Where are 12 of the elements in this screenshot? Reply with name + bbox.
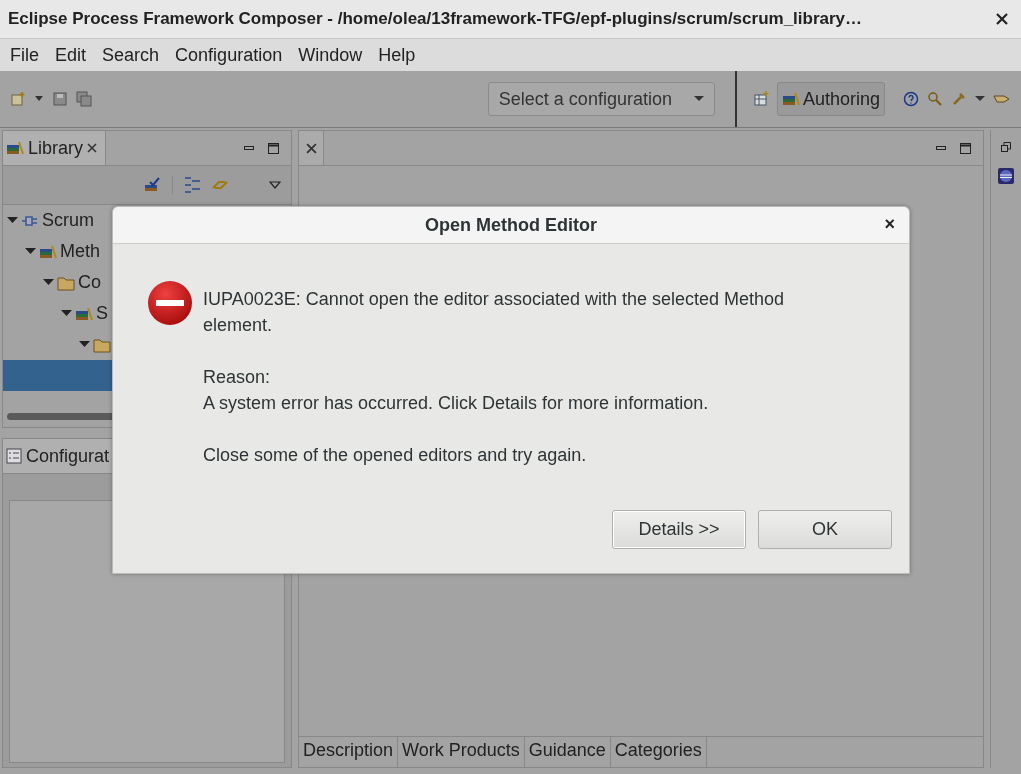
- tree-item-label: Scrum: [42, 210, 94, 231]
- reason-label: Reason:: [203, 366, 272, 389]
- hint-text: Close some of the opened editors and try again.: [203, 444, 588, 467]
- reason-text: A system error has occurred. Click Details for more information.: [203, 392, 710, 415]
- dialog-title: Open Method Editor: [425, 214, 597, 236]
- window-title: Eclipse Process Framework Composer - /home/olea/13framework-TFG/epf-plugins/scrum/scrum_library…: [8, 9, 864, 29]
- tree-item-label: Meth: [60, 241, 101, 262]
- tab-label: Library: [28, 137, 84, 159]
- tree-item-label: Co: [78, 272, 101, 293]
- tab-label: Configurat: [26, 445, 110, 467]
- tree-item-label: S: [96, 303, 108, 324]
- error-message: IUPA0023E: Cannot open the editor associated with the selected Method element.: [203, 288, 786, 337]
